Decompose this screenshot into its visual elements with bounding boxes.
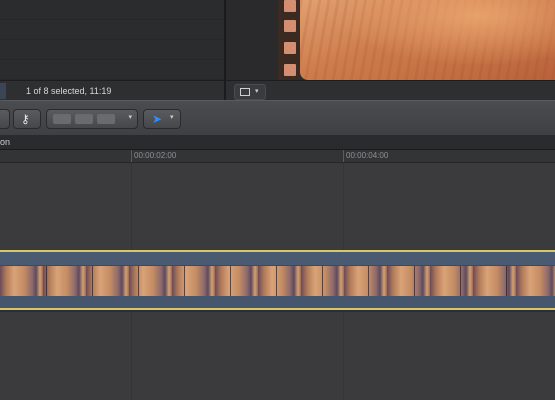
chevron-down-icon[interactable]: ▾ bbox=[128, 113, 132, 121]
toolbar-left-button[interactable] bbox=[0, 109, 10, 129]
ruler-tick bbox=[131, 150, 132, 162]
viewer-film-strip-edge bbox=[278, 0, 300, 80]
viewer-pane bbox=[226, 0, 555, 80]
ruler-tick bbox=[343, 150, 344, 162]
timeline-clip[interactable] bbox=[0, 250, 555, 310]
frame-icon bbox=[240, 88, 250, 96]
browser-status-bar: 1 of 8 selected, 11:19 bbox=[0, 80, 224, 101]
timeline-toolbar: ⚷ ▾ ➤ ▾ bbox=[0, 100, 555, 136]
event-browser-list[interactable] bbox=[0, 0, 224, 80]
timeline-header: on bbox=[0, 135, 555, 150]
connect-edit-icon[interactable] bbox=[53, 114, 71, 124]
clip-shadow bbox=[0, 310, 555, 312]
key-icon: ⚷ bbox=[21, 112, 30, 126]
timeline-ruler[interactable]: 00:00:02:00 00:00:04:00 bbox=[0, 150, 555, 163]
ruler-timecode: 00:00:04:00 bbox=[346, 151, 389, 160]
insert-edit-icon[interactable] bbox=[75, 114, 93, 124]
chevron-down-icon: ▾ bbox=[255, 88, 259, 95]
pointer-icon: ➤ bbox=[152, 112, 163, 126]
edit-mode-buttons[interactable]: ▾ bbox=[46, 109, 138, 129]
frame-format-button[interactable]: ▾ bbox=[234, 84, 266, 100]
selection-count-label: 1 of 8 selected, 11:19 bbox=[26, 86, 112, 96]
chevron-down-icon: ▾ bbox=[170, 114, 174, 121]
viewer-frame-image bbox=[300, 0, 555, 80]
project-name-label: on bbox=[0, 137, 11, 147]
clip-audio-band bbox=[0, 296, 555, 308]
append-edit-icon[interactable] bbox=[97, 114, 115, 124]
select-tool-button[interactable]: ➤ ▾ bbox=[143, 109, 181, 129]
viewer-status-bar: ▾ bbox=[226, 80, 555, 101]
keyword-button[interactable]: ⚷ bbox=[13, 109, 41, 129]
clip-filmstrip bbox=[0, 265, 555, 297]
ruler-timecode: 00:00:02:00 bbox=[134, 151, 177, 160]
browser-left-edge-control[interactable] bbox=[0, 83, 6, 99]
